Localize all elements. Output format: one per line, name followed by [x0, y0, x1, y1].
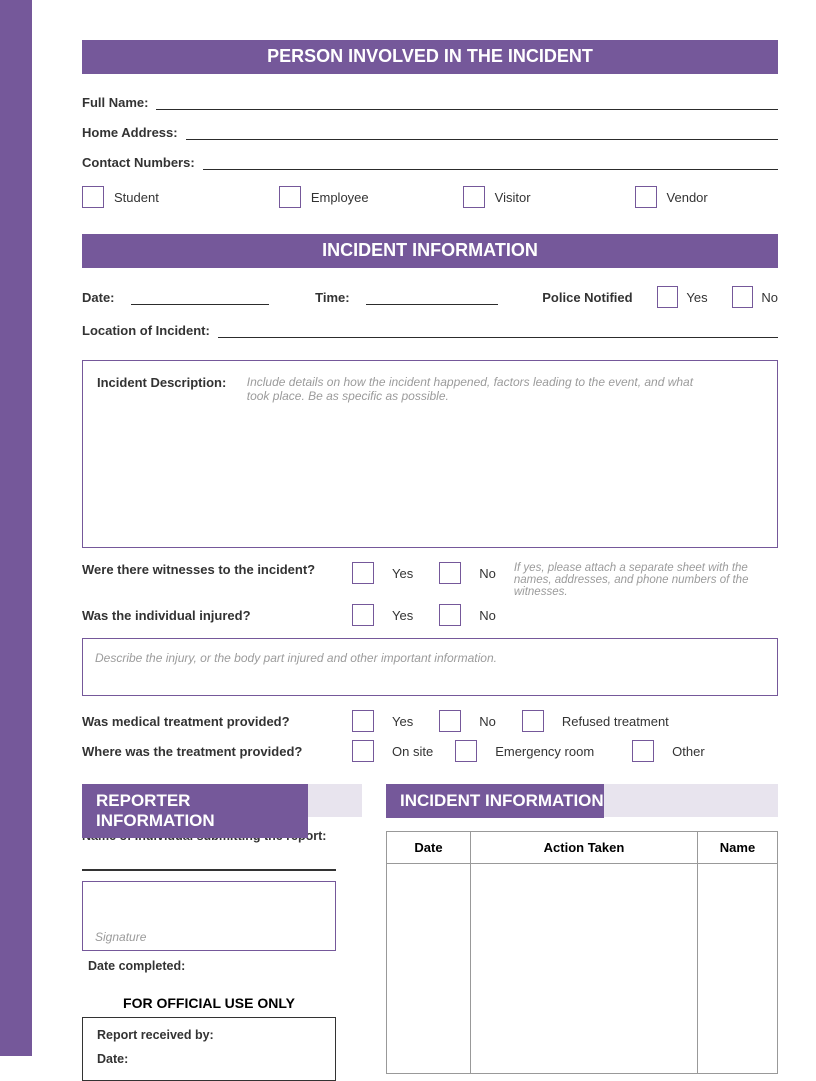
- time-label: Time:: [315, 290, 349, 305]
- incident-description-box[interactable]: Incident Description: Include details on…: [82, 360, 778, 548]
- witnesses-row: Were there witnesses to the incident? Ye…: [82, 562, 778, 598]
- medical-options: Yes No Refused treatment: [352, 710, 669, 732]
- reporter-column: REPORTER INFORMATION Name of Individual …: [82, 784, 362, 1081]
- onsite-checkbox[interactable]: [352, 740, 374, 762]
- medical-label: Was medical treatment provided?: [82, 714, 352, 729]
- table-header-name: Name: [698, 832, 778, 864]
- other-checkbox[interactable]: [632, 740, 654, 762]
- full-name-label: Full Name:: [82, 95, 148, 110]
- role-checkbox-row: Student Employee Visitor Vendor: [82, 186, 778, 208]
- date-completed-label: Date completed:: [88, 959, 362, 973]
- police-no-checkbox[interactable]: [732, 286, 754, 308]
- official-date-label: Date:: [97, 1052, 321, 1066]
- incident-table: Date Action Taken Name: [386, 831, 778, 1074]
- medical-refused-label: Refused treatment: [562, 714, 669, 729]
- employee-label: Employee: [311, 190, 369, 205]
- official-box: Report received by: Date:: [82, 1017, 336, 1081]
- date-label: Date:: [82, 290, 115, 305]
- incident-row-1: Date: Time: Police Notified Yes No: [82, 286, 778, 308]
- contact-numbers-input[interactable]: [203, 154, 778, 170]
- injured-row: Was the individual injured? Yes No: [82, 604, 778, 626]
- section-header-incident2: INCIDENT INFORMATION: [386, 784, 604, 818]
- student-checkbox[interactable]: [82, 186, 104, 208]
- where-label: Where was the treatment provided?: [82, 744, 352, 759]
- section-header-incident: INCIDENT INFORMATION: [82, 234, 778, 268]
- form-content: PERSON INVOLVED IN THE INCIDENT Full Nam…: [82, 0, 778, 1081]
- witnesses-yes-label: Yes: [392, 566, 413, 581]
- medical-no-checkbox[interactable]: [439, 710, 461, 732]
- desc-label: Incident Description:: [97, 375, 226, 390]
- witnesses-yn: Yes No: [352, 562, 496, 584]
- role-visitor: Visitor: [463, 186, 531, 208]
- witnesses-hint: If yes, please attach a separate sheet w…: [514, 562, 774, 598]
- full-name-input[interactable]: [156, 94, 778, 110]
- witnesses-yes-checkbox[interactable]: [352, 562, 374, 584]
- location-input[interactable]: [218, 322, 778, 338]
- witnesses-label: Were there witnesses to the incident?: [82, 562, 352, 577]
- onsite-label: On site: [392, 744, 433, 759]
- injured-yn: Yes No: [352, 604, 496, 626]
- medical-yes-checkbox[interactable]: [352, 710, 374, 732]
- police-label: Police Notified: [542, 290, 632, 305]
- table-header-action: Action Taken: [471, 832, 698, 864]
- other-label: Other: [672, 744, 705, 759]
- police-no-label: No: [761, 290, 778, 305]
- vendor-checkbox[interactable]: [635, 186, 657, 208]
- visitor-label: Visitor: [495, 190, 531, 205]
- location-label: Location of Incident:: [82, 323, 210, 338]
- official-header: FOR OFFICIAL USE ONLY: [82, 995, 336, 1011]
- home-address-input[interactable]: [186, 124, 778, 140]
- witnesses-no-checkbox[interactable]: [439, 562, 461, 584]
- where-options: On site Emergency room Other: [352, 740, 705, 762]
- medical-refused-checkbox[interactable]: [522, 710, 544, 732]
- section-header-reporter: REPORTER INFORMATION: [82, 784, 308, 838]
- table-cell-name[interactable]: [698, 864, 778, 1074]
- injury-description-box[interactable]: Describe the injury, or the body part in…: [82, 638, 778, 696]
- desc-hint: Include details on how the incident happ…: [247, 375, 707, 403]
- time-input[interactable]: [366, 289, 499, 305]
- field-location: Location of Incident:: [82, 322, 778, 338]
- table-header-date: Date: [387, 832, 471, 864]
- received-by-label: Report received by:: [97, 1028, 321, 1042]
- section-header-person: PERSON INVOLVED IN THE INCIDENT: [82, 40, 778, 74]
- er-label: Emergency room: [495, 744, 594, 759]
- reporter-name-input[interactable]: [82, 869, 336, 871]
- injured-label: Was the individual injured?: [82, 608, 352, 623]
- signature-box[interactable]: Signature: [82, 881, 336, 951]
- vendor-label: Vendor: [667, 190, 708, 205]
- er-checkbox[interactable]: [455, 740, 477, 762]
- table-row: [387, 864, 778, 1074]
- injured-no-checkbox[interactable]: [439, 604, 461, 626]
- field-contact-numbers: Contact Numbers:: [82, 154, 778, 170]
- injury-hint: Describe the injury, or the body part in…: [95, 651, 497, 665]
- field-full-name: Full Name:: [82, 94, 778, 110]
- injured-yes-checkbox[interactable]: [352, 604, 374, 626]
- role-vendor: Vendor: [635, 186, 708, 208]
- police-yes-checkbox[interactable]: [657, 286, 679, 308]
- home-address-label: Home Address:: [82, 125, 178, 140]
- employee-checkbox[interactable]: [279, 186, 301, 208]
- medical-row: Was medical treatment provided? Yes No R…: [82, 710, 778, 732]
- where-row: Where was the treatment provided? On sit…: [82, 740, 778, 762]
- injured-no-label: No: [479, 608, 496, 623]
- witnesses-no-label: No: [479, 566, 496, 581]
- field-home-address: Home Address:: [82, 124, 778, 140]
- page-sidebar-stripe: [0, 0, 32, 1056]
- role-student: Student: [82, 186, 159, 208]
- dual-column: REPORTER INFORMATION Name of Individual …: [82, 784, 778, 1081]
- police-yes-label: Yes: [686, 290, 707, 305]
- role-employee: Employee: [279, 186, 369, 208]
- date-input[interactable]: [131, 289, 270, 305]
- contact-numbers-label: Contact Numbers:: [82, 155, 195, 170]
- injured-yes-label: Yes: [392, 608, 413, 623]
- student-label: Student: [114, 190, 159, 205]
- visitor-checkbox[interactable]: [463, 186, 485, 208]
- signature-label: Signature: [95, 930, 146, 944]
- medical-no-label: No: [479, 714, 496, 729]
- incident-table-column: INCIDENT INFORMATION Date Action Taken N…: [386, 784, 778, 1081]
- medical-yes-label: Yes: [392, 714, 413, 729]
- table-cell-date[interactable]: [387, 864, 471, 1074]
- table-cell-action[interactable]: [471, 864, 698, 1074]
